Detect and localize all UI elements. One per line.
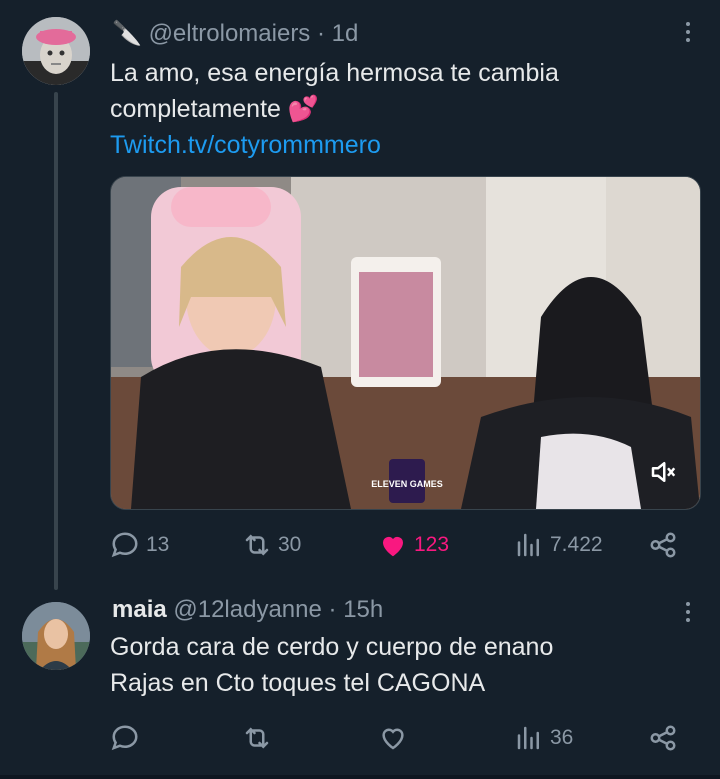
tweet-text-line-1: Gorda cara de cerdo y cuerpo de enano <box>110 633 554 661</box>
more-options-icon[interactable] <box>684 602 692 626</box>
volume-icon[interactable] <box>648 457 684 493</box>
share-button[interactable] <box>648 720 678 756</box>
retweet-count: 30 <box>278 533 302 556</box>
tweet-text-line-2: completamente 💕 <box>110 95 319 123</box>
retweet-icon <box>245 727 269 749</box>
tweet-video[interactable]: ELEVEN GAMES <box>110 176 701 510</box>
retweet-icon <box>245 534 269 556</box>
like-button[interactable] <box>378 720 408 756</box>
tweet-actions: 36 <box>110 720 690 756</box>
masked-face-avatar-image <box>22 17 90 85</box>
tweet-text: Gorda cara de cerdo y cuerpo de enano Ra… <box>110 629 690 701</box>
heart-filled-icon <box>383 536 403 557</box>
display-name[interactable]: maia <box>112 596 167 623</box>
reply-icon <box>111 532 138 558</box>
views-button[interactable]: 7.422 <box>514 527 603 563</box>
like-count: 123 <box>414 533 450 556</box>
retweet-button[interactable]: 30 <box>242 527 301 563</box>
avatar[interactable] <box>22 17 90 85</box>
thread-line <box>54 92 58 590</box>
tweet-1[interactable]: 🔪 @eltrolomaiers · 1d La amo, esa energí… <box>0 0 720 590</box>
view-count: 7.422 <box>550 533 603 556</box>
avatar[interactable] <box>22 602 90 670</box>
share-icon <box>650 725 676 751</box>
knife-emoji: 🔪 <box>112 20 142 47</box>
media-badge: ELEVEN GAMES <box>371 479 443 489</box>
tweet-header: maia @12ladyanne · 15h <box>112 596 383 624</box>
tweet-text: La amo, esa energía hermosa te cambia co… <box>110 55 680 163</box>
like-button[interactable]: 123 <box>378 527 449 563</box>
woman-photo-avatar-image <box>22 602 90 670</box>
timestamp[interactable]: 1d <box>332 20 359 47</box>
more-options-icon[interactable] <box>684 22 692 46</box>
video-frame-image: ELEVEN GAMES <box>111 177 700 509</box>
tweet-2[interactable]: maia @12ladyanne · 15h Gorda cara de cer… <box>0 580 720 779</box>
user-handle[interactable]: @eltrolomaiers <box>149 20 311 47</box>
share-button[interactable] <box>648 527 678 563</box>
share-icon <box>650 532 676 558</box>
separator: · <box>328 596 337 623</box>
tweet-link[interactable]: Twitch.tv/cotyrommmero <box>110 127 680 163</box>
tweet-header: 🔪 @eltrolomaiers · 1d <box>112 19 358 48</box>
tweet-actions: 13 30 123 7.422 <box>110 527 690 563</box>
views-icon <box>517 726 539 750</box>
view-count: 36 <box>550 726 574 749</box>
reply-button[interactable] <box>110 720 140 756</box>
reply-icon <box>111 725 138 751</box>
views-button[interactable]: 36 <box>514 720 573 756</box>
reply-count: 13 <box>146 533 170 556</box>
bottom-divider <box>0 775 720 779</box>
user-handle[interactable]: @12ladyanne <box>173 596 321 623</box>
retweet-button[interactable] <box>242 720 272 756</box>
tweet-text-line-2: Rajas en Cto toques tel CAGONA <box>110 669 486 697</box>
separator: · <box>316 20 325 47</box>
timestamp[interactable]: 15h <box>343 596 383 623</box>
heart-icon <box>382 728 404 750</box>
reply-button[interactable]: 13 <box>110 527 169 563</box>
views-icon <box>517 533 539 557</box>
tweet-text-line-1: La amo, esa energía hermosa te cambia <box>110 59 559 87</box>
